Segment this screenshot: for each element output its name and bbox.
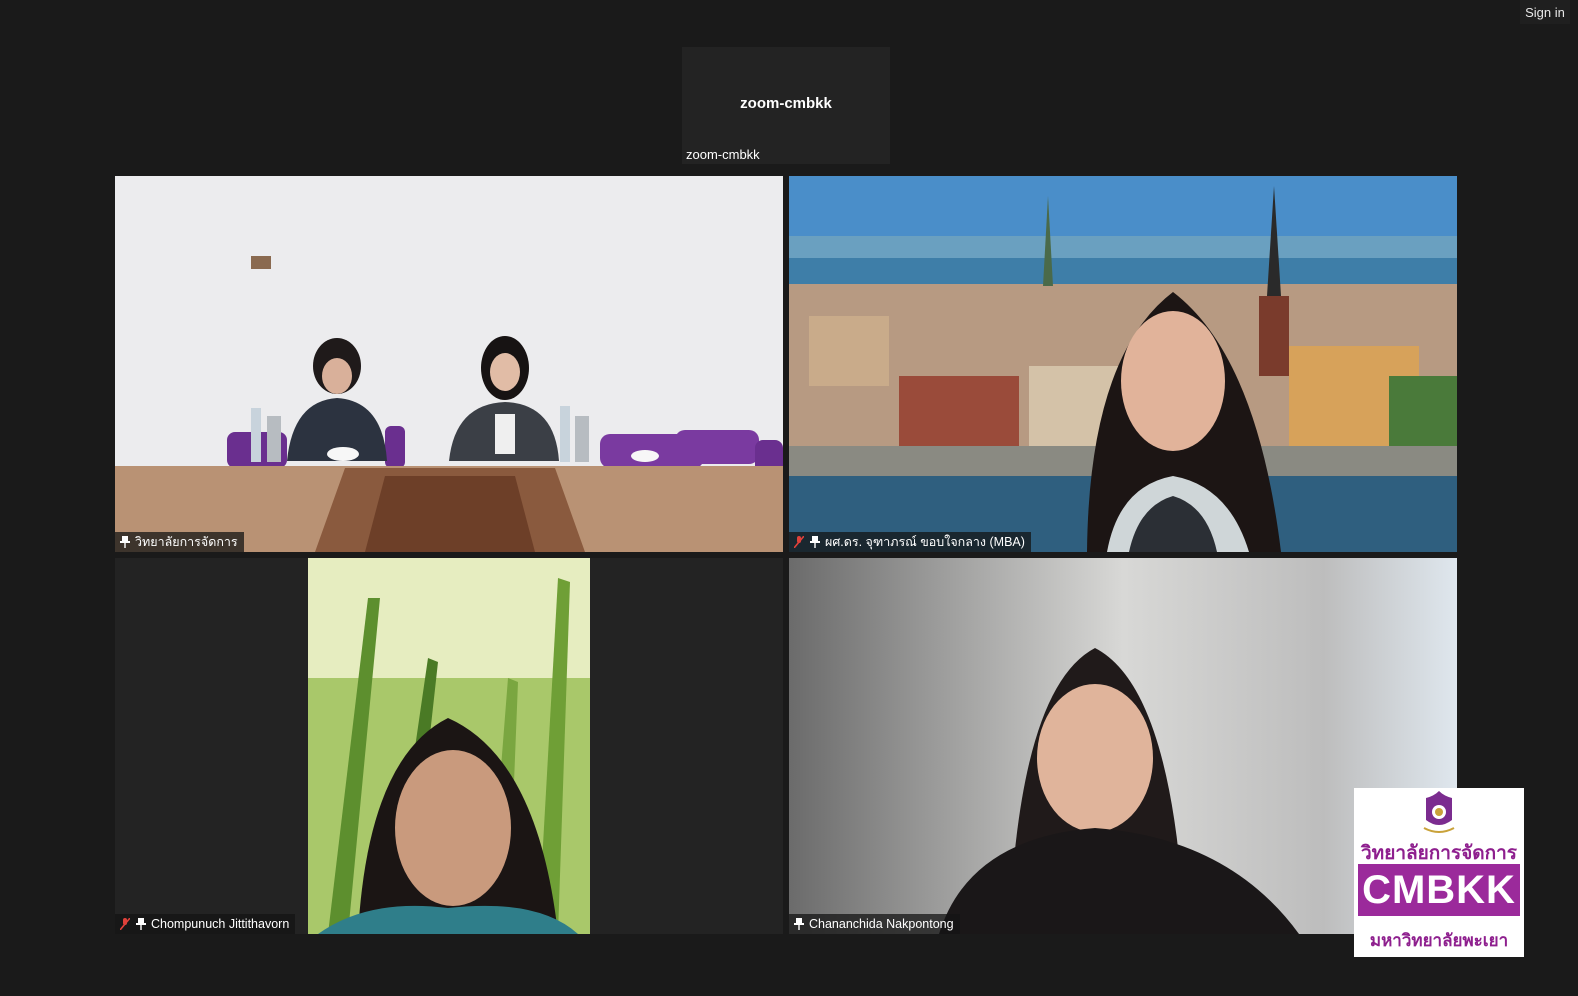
participant-name: Chompunuch Jittithavorn: [151, 917, 290, 931]
meeting-room-video: [115, 176, 783, 552]
pin-icon: [119, 535, 131, 549]
participant-name: วิทยาลัยการจัดการ: [135, 535, 238, 549]
video-tile-meeting-room[interactable]: วิทยาลัยการจัดการ: [115, 176, 783, 552]
participant-name: ผศ.ดร. จุฑาภรณ์ ขอบใจกลาง (MBA): [825, 535, 1025, 549]
logo-thai-university-name: มหาวิทยาลัยพะเยา: [1369, 931, 1509, 950]
video-tile-city-background[interactable]: ผศ.ดร. จุฑาภรณ์ ขอบใจกลาง (MBA): [789, 176, 1457, 552]
video-tile-grass-background[interactable]: Chompunuch Jittithavorn: [115, 558, 783, 934]
mic-off-icon: [119, 917, 131, 931]
self-view-name-label: zoom-cmbkk: [686, 147, 760, 162]
participant-name-tag: Chananchida Nakpontong: [789, 914, 960, 934]
participant-name: Chananchida Nakpontong: [809, 917, 954, 931]
pin-icon: [793, 917, 805, 931]
participant-name-tag: วิทยาลัยการจัดการ: [115, 532, 244, 552]
city-background-video: [789, 176, 1457, 552]
self-view-tile[interactable]: zoom-cmbkk zoom-cmbkk: [682, 47, 890, 164]
grass-background-video: [115, 558, 783, 934]
pin-icon: [809, 535, 821, 549]
university-emblem-icon: [1423, 791, 1455, 833]
pin-icon: [135, 917, 147, 931]
cmbkk-logo: วิทยาลัยการจัดการ CMBKK มหาวิทยาลัยพะเยา: [1354, 788, 1524, 957]
self-view-center-name: zoom-cmbkk: [740, 95, 832, 112]
logo-brand-band: CMBKK: [1358, 864, 1520, 916]
sign-in-button[interactable]: Sign in: [1520, 0, 1570, 24]
participant-name-tag: Chompunuch Jittithavorn: [115, 914, 296, 934]
participant-name-tag: ผศ.ดร. จุฑาภรณ์ ขอบใจกลาง (MBA): [789, 532, 1031, 552]
mic-off-icon: [793, 535, 805, 549]
